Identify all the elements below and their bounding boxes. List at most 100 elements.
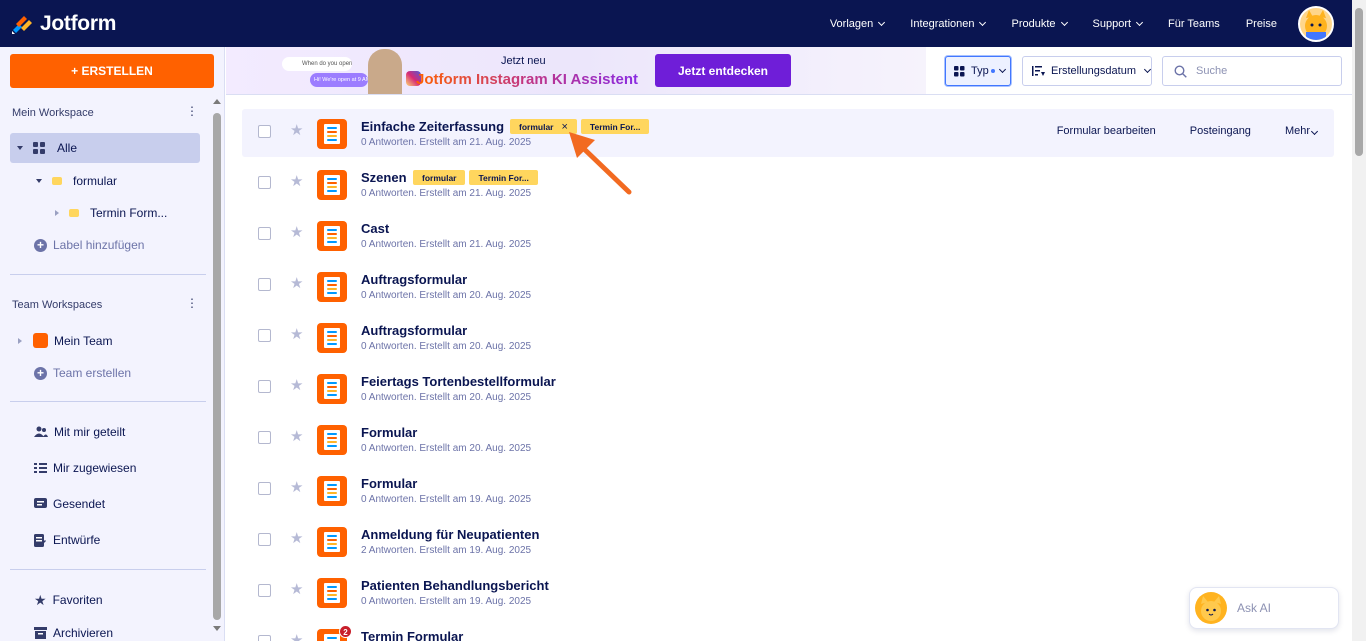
user-avatar[interactable] <box>1298 5 1334 42</box>
row-checkbox[interactable] <box>258 584 271 597</box>
cat-avatar-icon <box>1305 9 1327 40</box>
form-row[interactable]: ★ Formular 0 Antworten. Erstellt am 20. Au… <box>242 415 1334 466</box>
form-title[interactable]: Formular <box>361 476 417 491</box>
form-meta: 0 Antworten. Erstellt am 19. Aug. 2025 <box>361 494 532 505</box>
sidebar-item-label: Gesendet <box>53 497 106 511</box>
row-checkbox[interactable] <box>258 278 271 291</box>
sidebar-item-label: Label hinzufügen <box>53 238 145 252</box>
form-title[interactable]: Auftragsformular <box>361 272 467 287</box>
row-checkbox[interactable] <box>258 125 271 138</box>
star-icon[interactable]: ★ <box>290 123 303 138</box>
row-checkbox[interactable] <box>258 635 271 641</box>
sidebar-item-favorites[interactable]: ★ Favoriten <box>34 593 103 607</box>
nav-support[interactable]: Support <box>1092 17 1144 30</box>
sidebar-scrollbar[interactable] <box>211 97 223 641</box>
scroll-up-icon[interactable] <box>213 99 221 104</box>
star-icon[interactable]: ★ <box>290 531 303 546</box>
form-row[interactable]: ★ 2 Termin Formular <box>242 619 1334 641</box>
form-title[interactable]: Cast <box>361 221 389 236</box>
form-row[interactable]: ★ Cast 0 Antworten. Erstellt am 21. Aug. 2… <box>242 211 1334 262</box>
ask-ai-button[interactable]: Ask AI <box>1189 587 1339 629</box>
my-workspace-more-icon[interactable]: ⋮ <box>186 105 198 117</box>
row-checkbox[interactable] <box>258 431 271 444</box>
form-title[interactable]: Formular <box>361 425 417 440</box>
star-icon[interactable]: ★ <box>290 633 303 641</box>
form-row[interactable]: ★ Anmeldung für Neupatienten 2 Antworten. … <box>242 517 1334 568</box>
star-icon[interactable]: ★ <box>290 480 303 495</box>
row-checkbox[interactable] <box>258 176 271 189</box>
row-checkbox[interactable] <box>258 380 271 393</box>
jotform-logo[interactable]: Jotform <box>10 12 116 36</box>
sidebar-item-label: formular <box>73 174 118 188</box>
form-title[interactable]: Szenen <box>361 170 407 185</box>
nav-integrationen[interactable]: Integrationen <box>910 18 987 30</box>
form-row[interactable]: ★ Einfache Zeiterfassung 0 Antworten. Erst… <box>242 109 1334 157</box>
row-checkbox[interactable] <box>258 329 271 342</box>
nav-label: Support <box>1092 17 1132 30</box>
form-title[interactable]: Feiertags Tortenbestellformular <box>361 374 556 389</box>
form-title[interactable]: Anmeldung für Neupatienten <box>361 527 539 542</box>
form-icon <box>317 272 347 302</box>
form-row[interactable]: ★ Patienten Behandlungsbericht 0 Antworten… <box>242 568 1334 619</box>
nav-fuer-teams[interactable]: Für Teams <box>1168 18 1220 30</box>
page-scrollbar[interactable] <box>1352 0 1366 641</box>
team-workspaces-more-icon[interactable]: ⋮ <box>186 297 198 309</box>
star-icon[interactable]: ★ <box>290 174 303 189</box>
sidebar-item-alle[interactable]: Alle <box>10 133 200 163</box>
inbox-button[interactable]: Posteingang <box>1190 125 1251 137</box>
sidebar-item-label: Archivieren <box>53 626 114 640</box>
row-checkbox[interactable] <box>258 227 271 240</box>
sidebar-item-drafts[interactable]: Entwürfe <box>34 533 100 547</box>
form-row[interactable]: ★ Auftragsformular 0 Antworten. Erstellt a… <box>242 313 1334 364</box>
nav-preise[interactable]: Preise <box>1246 18 1277 30</box>
search-input[interactable] <box>1196 65 1326 77</box>
grid-icon <box>33 142 45 154</box>
sidebar-item-archive[interactable]: Archivieren <box>34 626 113 640</box>
search-field[interactable] <box>1162 56 1342 86</box>
more-button[interactable]: Mehr <box>1285 125 1319 137</box>
row-checkbox[interactable] <box>258 533 271 546</box>
type-filter-button[interactable]: Typ <box>945 56 1011 86</box>
add-label-button[interactable]: + Label hinzufügen <box>34 238 144 252</box>
form-title[interactable]: Einfache Zeiterfassung <box>361 119 504 134</box>
star-icon[interactable]: ★ <box>290 582 303 597</box>
form-title[interactable]: Patienten Behandlungsbericht <box>361 578 549 593</box>
scroll-down-icon[interactable] <box>213 626 221 631</box>
form-title[interactable]: Termin Formular <box>361 629 463 641</box>
sidebar-item-assigned[interactable]: Mir zugewiesen <box>34 461 136 475</box>
create-button[interactable]: + ERSTELLEN <box>10 54 214 88</box>
form-row[interactable]: ★ Formular 0 Antworten. Erstellt am 19. Au… <box>242 466 1334 517</box>
sidebar-item-shared[interactable]: Mit mir geteilt <box>34 425 125 439</box>
page-scrollbar-thumb[interactable] <box>1355 8 1363 156</box>
form-row[interactable]: ★ Feiertags Tortenbestellformular 0 Antwor… <box>242 364 1334 415</box>
discover-now-button[interactable]: Jetzt entdecken <box>655 54 791 87</box>
sort-label: Erstellungsdatum <box>1051 65 1136 77</box>
sidebar-divider <box>10 401 206 402</box>
sidebar-item-termin[interactable]: Termin Form... <box>55 206 167 220</box>
star-icon[interactable]: ★ <box>290 276 303 291</box>
nav-vorlagen[interactable]: Vorlagen <box>830 18 886 30</box>
chevron-down-icon <box>998 65 1006 74</box>
form-title[interactable]: Auftragsformular <box>361 323 467 338</box>
star-icon[interactable]: ★ <box>290 429 303 444</box>
star-icon[interactable]: ★ <box>290 225 303 240</box>
form-row[interactable]: ★ Auftragsformular 0 Antworten. Erstellt a… <box>242 262 1334 313</box>
person-photo <box>368 49 402 94</box>
nav-produkte[interactable]: Produkte <box>1011 18 1068 30</box>
sidebar-item-sent[interactable]: Gesendet <box>34 497 105 511</box>
sidebar-scrollbar-thumb[interactable] <box>213 113 221 620</box>
create-team-button[interactable]: + Team erstellen <box>34 366 131 380</box>
row-checkbox[interactable] <box>258 482 271 495</box>
label-tag[interactable]: Termin For... <box>469 170 538 185</box>
form-list: ★ Einfache Zeiterfassung 0 Antworten. Erst… <box>242 109 1334 641</box>
star-icon[interactable]: ★ <box>290 378 303 393</box>
label-tag[interactable]: formular <box>413 170 466 185</box>
star-icon[interactable]: ★ <box>290 327 303 342</box>
sort-button[interactable]: Erstellungsdatum <box>1022 56 1152 86</box>
form-row[interactable]: ★ Szenen 0 Antworten. Erstellt am 21. Aug.… <box>242 160 1334 211</box>
sidebar-item-formular[interactable]: formular <box>36 174 117 188</box>
edit-form-button[interactable]: Formular bearbeiten <box>1057 125 1156 137</box>
sidebar-item-mein-team[interactable]: Mein Team <box>18 333 112 348</box>
form-meta: 2 Antworten. Erstellt am 19. Aug. 2025 <box>361 545 532 556</box>
grid-icon <box>954 65 965 76</box>
